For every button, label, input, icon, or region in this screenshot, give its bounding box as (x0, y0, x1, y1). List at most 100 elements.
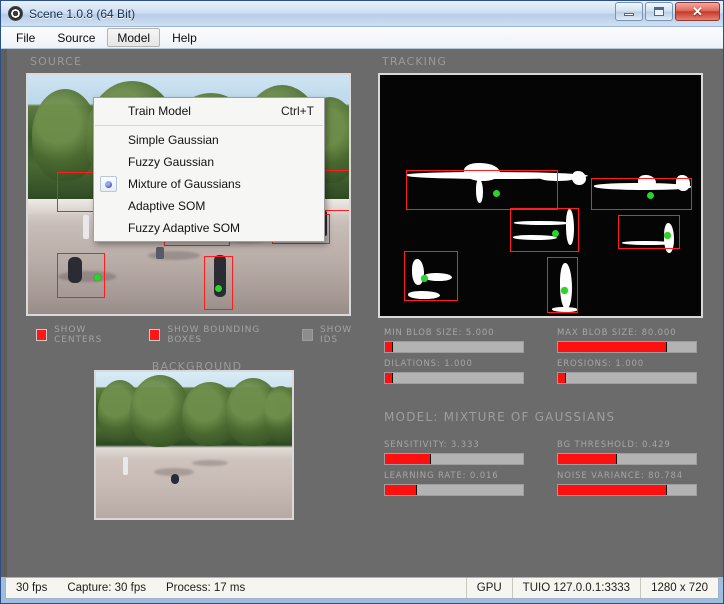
slider-label: MAX BLOB SIZE: 80.000 (557, 328, 677, 338)
slider-label: LEARNING RATE: 0.016 (384, 471, 499, 481)
scene-person (123, 457, 128, 475)
slider-label: MIN BLOB SIZE: 5.000 (384, 328, 495, 338)
slider-erosions[interactable]: EROSIONS: 1.000 (557, 359, 697, 384)
application-window: Scene 1.0.8 (64 Bit) ✕ File Source Model… (0, 0, 724, 604)
scene-person (156, 247, 164, 259)
slider-fill (385, 342, 394, 352)
app-record-circle-icon (8, 6, 23, 21)
status-bar: 30 fps Capture: 30 fps Process: 17 ms GP… (5, 577, 719, 599)
close-icon: ✕ (692, 4, 703, 19)
status-tuio: TUIO 127.0.0.1:3333 (522, 582, 631, 594)
slider-fill (558, 485, 668, 495)
background-panel-title: BACKGROUND (151, 360, 243, 373)
menu-item-label: Train Model (128, 104, 191, 118)
display-toggles: SHOW CENTERS SHOW BOUNDING BOXES SHOW ID… (24, 324, 364, 346)
toggle-show-ids[interactable]: SHOW IDS (302, 325, 364, 345)
slider-sensitivity[interactable]: SENSITIVITY: 3.333 (384, 440, 524, 465)
menu-item-shortcut: Ctrl+T (281, 104, 314, 118)
toggle-show-bounding-boxes[interactable]: SHOW BOUNDING BOXES (149, 325, 276, 345)
main-content: SOURCE SHOW CENTERS SHOW BOUNDING BOXES … (1, 49, 723, 577)
tracking-panel-title: TRACKING (382, 55, 447, 68)
bounding-box (404, 251, 458, 301)
toggle-show-centers[interactable]: SHOW CENTERS (36, 325, 123, 345)
slider-track[interactable] (557, 484, 697, 496)
menu-item-adaptive-som[interactable]: Adaptive SOM (94, 195, 324, 217)
menu-item-mixture-of-gaussians[interactable]: Mixture of Gaussians (94, 173, 324, 195)
center-dot (664, 232, 671, 239)
slider-track[interactable] (384, 341, 524, 353)
toggle-label: SHOW BOUNDING BOXES (167, 325, 261, 345)
menu-model[interactable]: Model (107, 28, 161, 47)
menu-item-simple-gaussian[interactable]: Simple Gaussian (94, 129, 324, 151)
slider-track[interactable] (557, 372, 697, 384)
ground-shadow (192, 460, 228, 466)
status-fps: 30 fps (16, 582, 48, 594)
scene-tree (130, 375, 190, 447)
minimize-button[interactable] (615, 2, 643, 21)
slider-label: SENSITIVITY: 3.333 (384, 440, 480, 450)
menu-source[interactable]: Source (47, 28, 105, 47)
slider-track[interactable] (384, 453, 524, 465)
slider-track[interactable] (384, 372, 524, 384)
bounding-box (406, 170, 558, 210)
slider-label: EROSIONS: 1.000 (557, 359, 644, 369)
maximize-button[interactable] (645, 2, 673, 21)
checkbox-swatch-icon[interactable] (302, 329, 314, 341)
menu-item-label: Mixture of Gaussians (128, 177, 241, 191)
menu-item-label: Adaptive SOM (128, 199, 206, 213)
checkbox-swatch-icon[interactable] (149, 329, 161, 341)
window-controls: ✕ (615, 2, 720, 21)
bounding-box (204, 256, 233, 310)
slider-learning-rate[interactable]: LEARNING RATE: 0.016 (384, 471, 524, 496)
scene-tree (264, 386, 292, 442)
menu-item-label: Fuzzy Adaptive SOM (128, 221, 241, 235)
model-sliders: SENSITIVITY: 3.333 BG THRESHOLD: 0.429 L… (376, 440, 712, 496)
slider-bg-threshold[interactable]: BG THRESHOLD: 0.429 (557, 440, 697, 465)
slider-track[interactable] (557, 453, 697, 465)
slider-label: NOISE VARIANCE: 80.784 (557, 471, 684, 481)
slider-dilations[interactable]: DILATIONS: 1.000 (384, 359, 524, 384)
menu-bar: File Source Model Help (1, 27, 723, 49)
checkbox-swatch-icon[interactable] (36, 329, 48, 341)
menu-item-label: Fuzzy Gaussian (128, 155, 215, 169)
status-capture: Capture: 30 fps (67, 582, 146, 594)
minimize-icon (624, 13, 634, 16)
center-dot (421, 275, 428, 282)
toggle-label: SHOW IDS (320, 325, 353, 345)
menu-item-fuzzy-gaussian[interactable]: Fuzzy Gaussian (94, 151, 324, 173)
title-bar: Scene 1.0.8 (64 Bit) ✕ (1, 1, 723, 27)
center-dot (215, 285, 222, 292)
center-dot (493, 190, 500, 197)
window-title: Scene 1.0.8 (64 Bit) (29, 6, 136, 21)
radio-selected-icon (100, 176, 117, 192)
blob-sliders: MIN BLOB SIZE: 5.000 MAX BLOB SIZE: 80.0… (376, 328, 712, 384)
background-video-view[interactable] (94, 370, 294, 520)
scene-person (83, 215, 89, 239)
bounding-box (547, 257, 578, 313)
center-dot (552, 230, 559, 237)
center-dot (94, 274, 101, 281)
slider-fill (385, 485, 417, 495)
center-dot (561, 287, 568, 294)
slider-min-blob-size[interactable]: MIN BLOB SIZE: 5.000 (384, 328, 524, 353)
slider-track[interactable] (384, 484, 524, 496)
slider-label: BG THRESHOLD: 0.429 (557, 440, 671, 450)
slider-track[interactable] (557, 341, 697, 353)
slider-noise-variance[interactable]: NOISE VARIANCE: 80.784 (557, 471, 697, 496)
model-dropdown-menu[interactable]: Train Model Ctrl+T Simple Gaussian Fuzzy… (93, 97, 325, 242)
close-button[interactable]: ✕ (675, 2, 720, 21)
menu-file[interactable]: File (6, 28, 45, 47)
bounding-box (618, 215, 680, 249)
foreground-blob (572, 171, 586, 185)
left-edge-strip (4, 49, 7, 577)
status-gpu: GPU (476, 582, 502, 594)
right-column: TRACKING MIN BLOB SIZE: 5.000 MAX BLOB S… (376, 49, 712, 496)
slider-fill (385, 373, 394, 383)
tracking-video-view[interactable] (378, 73, 703, 318)
menu-item-train-model[interactable]: Train Model Ctrl+T (94, 100, 324, 122)
menu-help[interactable]: Help (162, 28, 207, 47)
slider-max-blob-size[interactable]: MAX BLOB SIZE: 80.000 (557, 328, 697, 353)
ground-shadow (154, 468, 194, 476)
source-panel-title: SOURCE (30, 55, 83, 68)
menu-item-fuzzy-adaptive-som[interactable]: Fuzzy Adaptive SOM (94, 217, 324, 239)
